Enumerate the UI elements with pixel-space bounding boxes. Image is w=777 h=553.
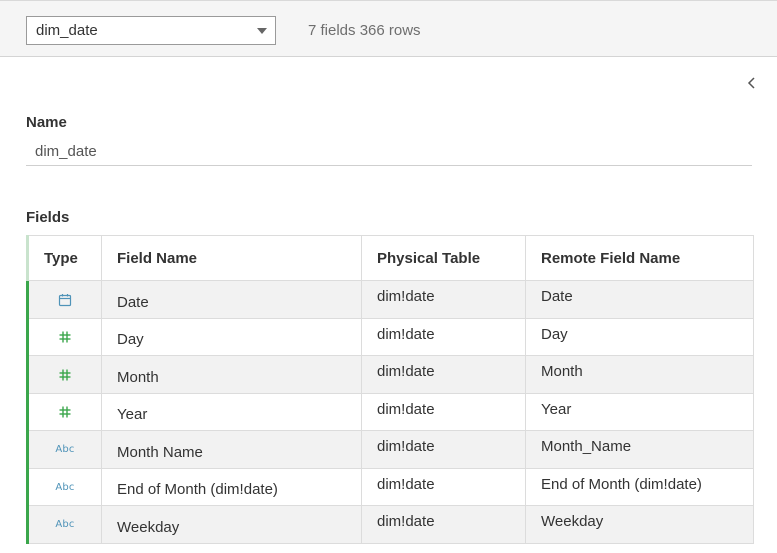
type-cell[interactable]: Abc [26, 467, 102, 506]
hash-icon [59, 331, 71, 343]
column-header-remote-field-name[interactable]: Remote Field Name [525, 235, 754, 281]
collapse-panel-button[interactable] [743, 74, 761, 92]
physical-table-cell: dim!date [361, 505, 526, 544]
physical-table-cell: dim!date [361, 280, 526, 319]
chevron-down-icon [257, 28, 267, 34]
field-name-cell[interactable]: Date [101, 280, 362, 319]
type-cell[interactable] [26, 317, 102, 356]
field-name-cell[interactable]: Month Name [101, 430, 362, 469]
remote-field-name-cell: End of Month (dim!date) [525, 467, 754, 506]
abc-icon: Abc [55, 481, 75, 493]
remote-field-name-cell: Weekday [525, 505, 754, 544]
remote-field-name-cell: Day [525, 317, 754, 356]
field-name-cell[interactable]: Weekday [101, 505, 362, 544]
type-cell[interactable] [26, 280, 102, 319]
type-cell[interactable] [26, 392, 102, 431]
table-select-dropdown[interactable]: dim_date [26, 16, 276, 45]
table-row[interactable]: Year dim!date Year [26, 392, 754, 431]
fields-label: Fields [26, 209, 70, 226]
type-cell[interactable] [26, 355, 102, 394]
hash-icon [59, 369, 71, 381]
table-row[interactable]: Abc End of Month (dim!date) dim!date End… [26, 467, 754, 506]
hash-icon [59, 406, 71, 418]
chevron-left-icon [747, 77, 755, 89]
type-cell[interactable]: Abc [26, 430, 102, 469]
table-row[interactable]: Date dim!date Date [26, 280, 754, 319]
fields-table: Type Field Name Physical Table Remote Fi… [26, 235, 754, 544]
physical-table-cell: dim!date [361, 430, 526, 469]
type-cell[interactable]: Abc [26, 505, 102, 544]
table-toolbar: dim_date 7 fields 366 rows [0, 0, 777, 57]
name-label: Name [26, 114, 67, 131]
physical-table-cell: dim!date [361, 317, 526, 356]
table-stats: 7 fields 366 rows [308, 22, 421, 39]
column-header-physical-table[interactable]: Physical Table [361, 235, 526, 281]
table-row[interactable]: Abc Month Name dim!date Month_Name [26, 430, 754, 469]
table-row[interactable]: Abc Weekday dim!date Weekday [26, 505, 754, 544]
field-name-cell[interactable]: End of Month (dim!date) [101, 467, 362, 506]
physical-table-cell: dim!date [361, 392, 526, 431]
table-header-row: Type Field Name Physical Table Remote Fi… [26, 235, 754, 281]
name-input[interactable] [26, 137, 752, 166]
abc-icon: Abc [55, 444, 75, 456]
calendar-icon [58, 293, 72, 306]
remote-field-name-cell: Year [525, 392, 754, 431]
remote-field-name-cell: Month_Name [525, 430, 754, 469]
physical-table-cell: dim!date [361, 355, 526, 394]
column-header-field-name[interactable]: Field Name [101, 235, 362, 281]
table-row[interactable]: Month dim!date Month [26, 355, 754, 394]
field-name-cell[interactable]: Day [101, 317, 362, 356]
abc-icon: Abc [55, 519, 75, 531]
table-row[interactable]: Day dim!date Day [26, 317, 754, 356]
column-header-type[interactable]: Type [26, 235, 102, 281]
remote-field-name-cell: Month [525, 355, 754, 394]
remote-field-name-cell: Date [525, 280, 754, 319]
table-select-value: dim_date [36, 22, 98, 39]
field-name-cell[interactable]: Year [101, 392, 362, 431]
physical-table-cell: dim!date [361, 467, 526, 506]
field-name-cell[interactable]: Month [101, 355, 362, 394]
